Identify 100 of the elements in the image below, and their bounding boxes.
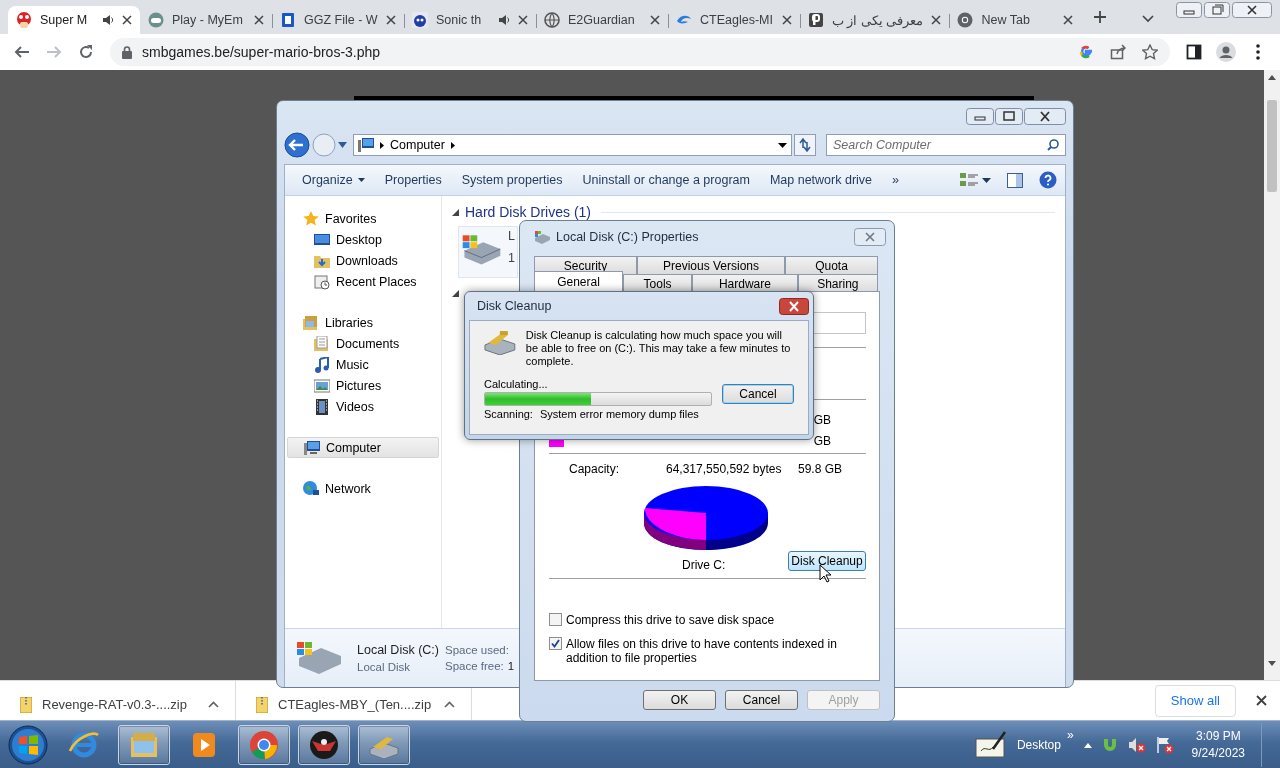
dialog-button[interactable]: Cancel	[725, 690, 798, 710]
checkbox[interactable]	[549, 613, 562, 626]
disk-cleanup-button[interactable]: Disk Cleanup	[788, 551, 866, 571]
checkbox[interactable]	[549, 637, 562, 650]
browser-tab[interactable]: GGZ File - W	[272, 6, 404, 34]
caret-down-icon[interactable]	[778, 142, 787, 148]
browser-tab[interactable]: Super M	[8, 6, 140, 34]
refresh-icon[interactable]	[794, 134, 816, 156]
close-icon[interactable]	[1063, 15, 1074, 25]
collapse-triangle-icon[interactable]	[452, 290, 459, 297]
download-file-name[interactable]: Revenge-RAT-v0.3-....zip	[42, 697, 198, 712]
toolbar-button[interactable]: Map network drive	[760, 169, 882, 191]
dialog-tab[interactable]: General	[534, 271, 623, 292]
more-commands-button[interactable]: »	[883, 169, 908, 191]
more-menu-icon[interactable]	[1256, 44, 1260, 60]
speaker-muted-icon[interactable]	[1127, 736, 1146, 753]
restore-icon[interactable]	[1204, 2, 1230, 18]
chevron-down-icon[interactable]	[1142, 15, 1154, 23]
dialog-tab[interactable]: Security	[534, 256, 637, 274]
start-button-icon[interactable]	[8, 724, 48, 765]
browser-tab[interactable]: E2Guardian	[536, 6, 668, 34]
minimize-icon[interactable]	[1176, 2, 1202, 18]
close-icon[interactable]	[650, 15, 660, 25]
back-arrow-icon[interactable]	[14, 44, 30, 60]
nav-item[interactable]: Downloads	[285, 250, 441, 271]
close-icon[interactable]	[518, 15, 528, 25]
speaker-icon[interactable]	[498, 14, 510, 26]
close-icon[interactable]	[122, 15, 132, 25]
dialog-tab[interactable]: Sharing	[797, 274, 878, 292]
browser-tab[interactable]: Play - MyEm	[140, 6, 272, 34]
toolbar-expand-button[interactable]: »	[1066, 727, 1074, 742]
drive-type: Local Disk	[357, 661, 412, 673]
plus-icon[interactable]	[1093, 10, 1108, 24]
close-icon[interactable]	[386, 15, 396, 25]
address-field[interactable]: Computer	[353, 134, 792, 156]
show-hidden-icons-icon[interactable]	[1083, 741, 1092, 748]
dialog-button[interactable]: OK	[643, 690, 716, 710]
collapse-triangle-icon[interactable]	[452, 208, 459, 216]
reload-icon[interactable]	[78, 44, 94, 60]
share-icon[interactable]	[1110, 44, 1126, 60]
nav-item[interactable]: Music	[285, 354, 441, 375]
dialog-tab[interactable]: Tools	[623, 274, 693, 292]
close-icon[interactable]	[931, 15, 942, 25]
nav-item[interactable]: Recent Places	[285, 271, 441, 292]
address-bar[interactable]: smbgames.be/super-mario-bros-3.php	[110, 38, 1170, 66]
close-icon[interactable]	[254, 15, 264, 25]
browser-tab[interactable]: CTEagles-MI	[668, 6, 800, 34]
desktop-toolbar-label[interactable]: Desktop	[1016, 737, 1061, 752]
toolbar-button[interactable]: Uninstall or change a program	[573, 169, 759, 191]
dialog-tab[interactable]: Hardware	[692, 274, 798, 292]
dialog-title: Local Disk (C:) Properties	[556, 230, 699, 244]
profile-icon[interactable]	[1216, 42, 1236, 62]
scroll-thumb[interactable]	[1267, 100, 1277, 192]
help-icon[interactable]	[1039, 171, 1057, 189]
close-icon[interactable]	[1024, 108, 1066, 125]
search-field[interactable]: Search Computer	[826, 134, 1066, 156]
nav-item[interactable]: Libraries	[285, 312, 441, 333]
nav-item[interactable]: Documents	[285, 333, 441, 354]
action-center-flag-icon[interactable]	[1155, 735, 1174, 754]
dialog-tab[interactable]: Previous Versions	[637, 256, 785, 274]
caret-down-icon[interactable]	[982, 177, 991, 183]
cancel-button[interactable]: Cancel	[722, 384, 794, 404]
nav-item[interactable]: Videos	[285, 396, 441, 417]
show-all-button[interactable]: Show all	[1154, 684, 1236, 717]
download-file-name[interactable]: CTEagles-MBY_(Ten....zip	[278, 697, 434, 712]
chevron-up-icon[interactable]	[444, 701, 455, 708]
browser-tab[interactable]: New Tab	[949, 6, 1082, 34]
drive-tile[interactable]: L 1	[458, 226, 518, 278]
close-icon[interactable]	[1232, 2, 1272, 18]
side-panel-icon[interactable]	[1186, 44, 1202, 60]
toolbar-button[interactable]: System properties	[452, 169, 572, 191]
minimize-icon[interactable]	[966, 108, 994, 125]
nav-item[interactable]: Desktop	[285, 229, 441, 250]
clock[interactable]: 3:09 PM 9/24/2023	[1191, 729, 1245, 760]
torrent-icon[interactable]	[1101, 736, 1118, 753]
nav-item[interactable]: Favorites	[285, 208, 441, 229]
field-label: Space free:	[444, 660, 504, 672]
close-icon[interactable]	[1256, 695, 1267, 706]
browser-tab[interactable]: معرفی یکی از ب	[800, 6, 950, 34]
close-icon[interactable]	[779, 297, 809, 315]
browser-tab[interactable]: Sonic th	[404, 6, 536, 34]
chevron-up-icon[interactable]	[208, 701, 219, 708]
nav-item[interactable]: Pictures	[285, 375, 441, 396]
toolbar-button[interactable]: Properties	[375, 169, 451, 191]
toolbar-button[interactable]: Organize	[293, 169, 374, 191]
nav-item[interactable]: Computer	[287, 437, 439, 458]
preview-pane-icon[interactable]	[1007, 172, 1023, 188]
maximize-icon[interactable]	[995, 108, 1023, 125]
speaker-icon[interactable]	[102, 14, 114, 26]
colored-ring-icon[interactable]	[1078, 44, 1094, 60]
star-icon	[303, 210, 319, 227]
star-icon[interactable]	[1142, 44, 1158, 60]
nav-item[interactable]: Network	[285, 478, 441, 499]
scroll-up-icon[interactable]	[1268, 75, 1276, 80]
page-scrollbar[interactable]	[1264, 70, 1280, 680]
writing-pad-icon[interactable]	[974, 730, 1007, 759]
dialog-tab[interactable]: Quota	[785, 256, 878, 274]
scroll-down-icon[interactable]	[1268, 661, 1276, 666]
close-icon[interactable]	[782, 15, 792, 25]
taskbar-app-button[interactable]	[298, 724, 350, 765]
